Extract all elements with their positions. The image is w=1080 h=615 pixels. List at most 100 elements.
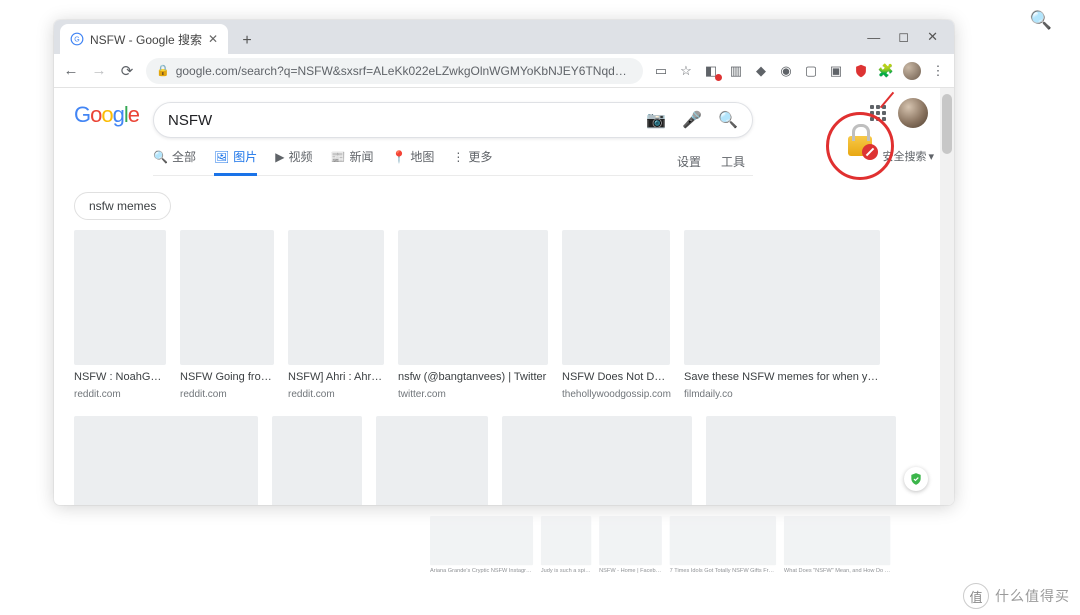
google-account-avatar[interactable] xyxy=(898,98,928,128)
bookmark-icon[interactable]: ☆ xyxy=(678,63,694,79)
extension-icon[interactable]: ▢ xyxy=(803,63,819,79)
svg-text:G: G xyxy=(74,36,79,43)
google-images-page: 安全搜索 ▾ Google 📷 🎤 🔍 xyxy=(54,88,954,505)
settings-link[interactable]: 设置 xyxy=(677,153,701,170)
tab-videos[interactable]: ▶视频 xyxy=(275,148,312,175)
result-title: NSFW Does Not Do This J... xyxy=(562,371,670,383)
result-source: reddit.com xyxy=(180,389,274,400)
window-controls: — ◻ ✕ xyxy=(855,20,950,54)
url-text: google.com/search?q=NSFW&sxsrf=ALeKk022e… xyxy=(176,64,633,78)
result-card[interactable]: 7 Times Idols Got Totally NSFW Gifts Fro… xyxy=(502,416,692,505)
address-bar[interactable]: 🔒 google.com/search?q=NSFW&sxsrf=ALeKk02… xyxy=(146,58,643,84)
search-button-icon[interactable]: 🔍 xyxy=(718,110,738,130)
window-close-button[interactable]: ✕ xyxy=(927,29,938,45)
new-tab-button[interactable]: + xyxy=(234,28,260,54)
tab-news[interactable]: 📰新闻 xyxy=(330,148,373,175)
result-card[interactable]: NSFW - Home | Facebook xyxy=(376,416,488,505)
window-minimize-button[interactable]: — xyxy=(867,30,880,45)
blocker-extension-icon[interactable] xyxy=(853,63,869,79)
google-logo[interactable]: Google xyxy=(74,102,139,128)
search-category-tabs: 🔍全部 🖼图片 ▶视频 📰新闻 📍地图 ⋮更多 设置 工具 xyxy=(153,138,753,176)
extension-icon[interactable]: ◧ xyxy=(703,63,719,79)
tab-title: NSFW - Google 搜索 xyxy=(90,31,202,48)
results-row-2: Ariana Grande's Cryptic NSFW Instagram P… xyxy=(74,416,934,505)
chevron-down-icon: ▾ xyxy=(928,150,934,163)
result-thumbnail xyxy=(398,230,548,365)
search-box[interactable]: 📷 🎤 🔍 xyxy=(153,102,753,138)
browser-toolbar: ← → ⟳ 🔒 google.com/search?q=NSFW&sxsrf=A… xyxy=(54,54,954,88)
result-thumbnail xyxy=(376,416,488,505)
result-thumbnail xyxy=(562,230,670,365)
result-source: twitter.com xyxy=(398,389,548,400)
tab-maps[interactable]: 📍地图 xyxy=(391,148,434,175)
result-thumbnail xyxy=(74,230,166,365)
result-title: NSFW Going from Ds to 0, ... xyxy=(180,371,274,383)
cast-icon[interactable]: ▭ xyxy=(653,63,669,79)
search-by-image-icon[interactable]: 📷 xyxy=(646,110,666,130)
result-source: filmdaily.co xyxy=(684,389,880,400)
extension-icon[interactable]: ▣ xyxy=(828,63,844,79)
extension-icon[interactable]: ◉ xyxy=(778,63,794,79)
result-title: Save these NSFW memes for when you're of… xyxy=(684,371,880,383)
favicon-google-icon: G xyxy=(70,32,84,46)
image-icon: 🖼 xyxy=(214,150,229,164)
news-icon: 📰 xyxy=(330,150,345,164)
extension-icon[interactable]: ▥ xyxy=(728,63,744,79)
result-thumbnail xyxy=(706,416,896,505)
nav-forward-button[interactable]: → xyxy=(90,62,108,79)
watermark-icon: 值 xyxy=(963,583,989,609)
result-card[interactable]: NSFW Does Not Do This J... thehollywoodgo… xyxy=(562,230,670,400)
window-maximize-button[interactable]: ◻ xyxy=(898,29,909,45)
page-viewport: 安全搜索 ▾ Google 📷 🎤 🔍 xyxy=(54,88,954,505)
result-source: reddit.com xyxy=(74,389,166,400)
tab-close-icon[interactable]: ✕ xyxy=(208,32,218,46)
result-title: NSFW] Ahri : AhriMains xyxy=(288,371,384,383)
result-card[interactable]: What Does "NSFW" Mean, and How Do You Us… xyxy=(706,416,896,505)
result-card[interactable]: Judy is such a spiritual... xyxy=(272,416,362,505)
result-thumbnail xyxy=(272,416,362,505)
nav-reload-button[interactable]: ⟳ xyxy=(118,62,136,80)
result-card[interactable]: Save these NSFW memes for when you're of… xyxy=(684,230,880,400)
browser-menu-button[interactable]: ⋮ xyxy=(930,63,946,79)
tab-images[interactable]: 🖼图片 xyxy=(214,148,257,175)
background-duplicate: Ariana Grande's Cryptic NSFW Instagram P… xyxy=(430,516,934,574)
profile-avatar-icon[interactable] xyxy=(903,62,921,80)
watermark: 值 什么值得买 xyxy=(963,583,1070,609)
result-card[interactable]: nsfw (@bangtanvees) | Twittertwitter.com xyxy=(398,230,548,400)
search-icon: 🔍 xyxy=(153,150,168,164)
nav-back-button[interactable]: ← xyxy=(62,62,80,79)
voice-search-icon[interactable]: 🎤 xyxy=(682,110,702,130)
extension-icon[interactable]: ◆ xyxy=(753,63,769,79)
safesearch-dropdown[interactable]: 安全搜索 ▾ xyxy=(882,148,934,164)
tab-all[interactable]: 🔍全部 xyxy=(153,148,196,175)
result-thumbnail xyxy=(180,230,274,365)
map-pin-icon: 📍 xyxy=(391,150,406,164)
browser-window: G NSFW - Google 搜索 ✕ + — ◻ ✕ ← → ⟳ 🔒 goo… xyxy=(54,20,954,505)
extensions-menu-icon[interactable]: 🧩 xyxy=(878,63,894,79)
result-card[interactable]: NSFW] Ahri : AhriMains reddit.com xyxy=(288,230,384,400)
scrollbar-thumb[interactable] xyxy=(942,94,952,154)
result-card[interactable]: NSFW : NoahGetTheBoat reddit.com xyxy=(74,230,166,400)
page-search-icon[interactable]: 🔍 xyxy=(1030,10,1052,31)
scrollbar-track[interactable] xyxy=(940,88,954,505)
result-card[interactable]: Ariana Grande's Cryptic NSFW Instagram P… xyxy=(74,416,258,505)
results-row-1: NSFW : NoahGetTheBoat reddit.com NSFW Goi… xyxy=(74,230,934,400)
result-card[interactable]: NSFW Going from Ds to 0, ... reddit.com xyxy=(180,230,274,400)
browser-tab[interactable]: G NSFW - Google 搜索 ✕ xyxy=(60,24,228,54)
result-source: thehollywoodgossip.com xyxy=(562,389,670,400)
result-title: NSFW : NoahGetTheBoat xyxy=(74,371,166,383)
search-input[interactable] xyxy=(168,112,646,129)
chip-nsfw-memes[interactable]: nsfw memes xyxy=(74,192,171,220)
watermark-text: 什么值得买 xyxy=(995,586,1070,606)
google-apps-icon[interactable] xyxy=(870,105,886,121)
lock-icon: 🔒 xyxy=(156,64,170,77)
extension-icons: ▭ ☆ ◧ ▥ ◆ ◉ ▢ ▣ 🧩 ⋮ xyxy=(653,62,946,80)
shield-check-badge[interactable] xyxy=(904,467,928,491)
tools-link[interactable]: 工具 xyxy=(721,153,745,170)
result-source: reddit.com xyxy=(288,389,384,400)
result-thumbnail xyxy=(684,230,880,365)
safesearch-label: 安全搜索 xyxy=(882,148,926,164)
tab-strip: G NSFW - Google 搜索 ✕ + — ◻ ✕ xyxy=(54,20,954,54)
tab-more[interactable]: ⋮更多 xyxy=(452,148,492,175)
result-thumbnail xyxy=(502,416,692,505)
